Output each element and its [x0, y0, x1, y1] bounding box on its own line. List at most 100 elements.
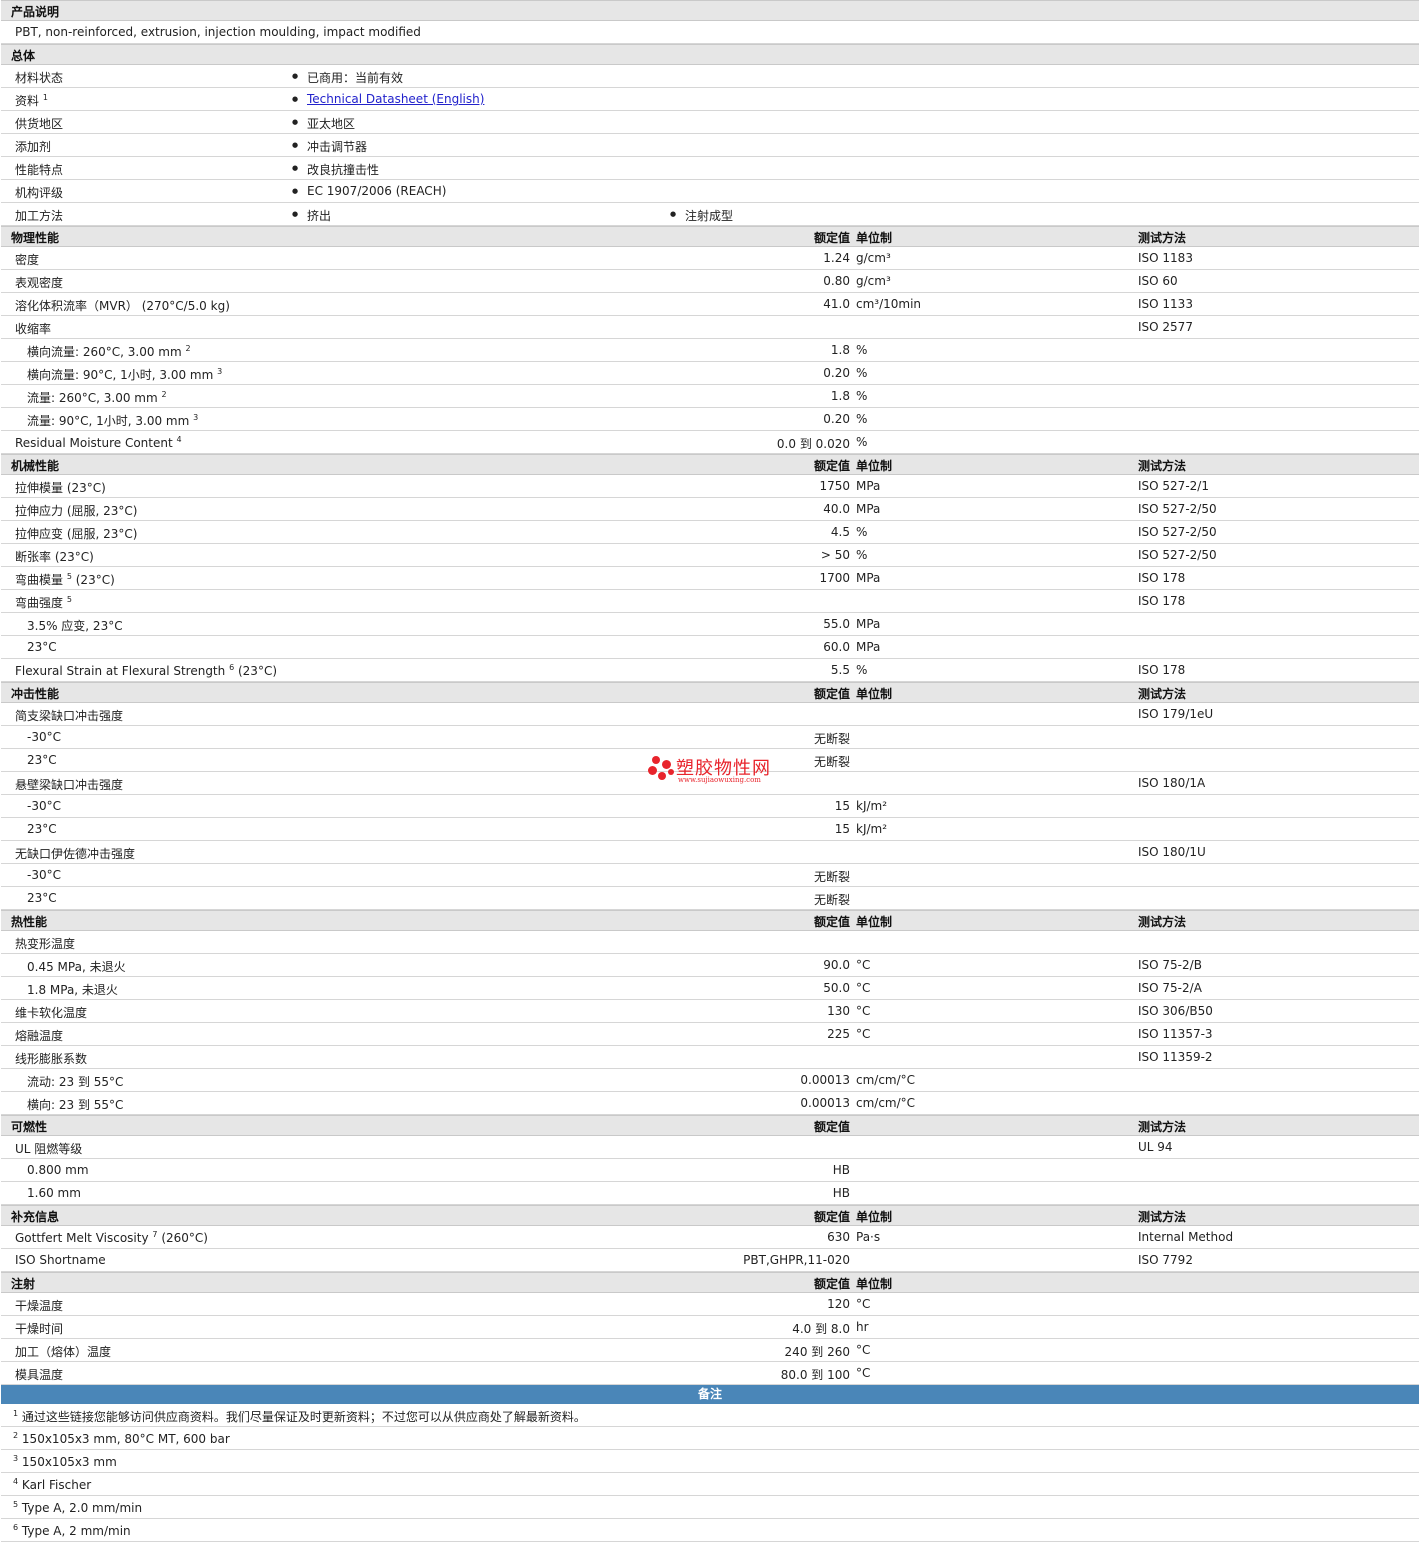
- general-label: 资料 1: [15, 92, 48, 109]
- property-row: 热变形温度: [1, 931, 1419, 954]
- property-value: 0.20: [823, 412, 850, 426]
- property-label: 无缺口伊佐德冲击强度: [15, 845, 135, 862]
- property-row: 流动: 23 到 55°C 0.00013 cm/cm/°C: [1, 1069, 1419, 1092]
- footnote-number: 2: [13, 1431, 19, 1440]
- section-title: 补充信息: [11, 1210, 60, 1224]
- property-row: 0.800 mm HB: [1, 1159, 1419, 1182]
- note-text: 6 Type A, 2 mm/min: [13, 1523, 131, 1538]
- property-label-text: 断张率 (23°C): [15, 550, 94, 564]
- property-value: 120: [827, 1297, 850, 1311]
- property-method: ISO 178: [1138, 663, 1186, 677]
- property-label-text: -30°C: [27, 799, 61, 813]
- property-label-text: 1.60 mm: [27, 1186, 81, 1200]
- property-unit: °C: [856, 1004, 871, 1018]
- property-label-text: 维卡软化温度: [15, 1006, 88, 1020]
- footnote-ref: 2: [161, 390, 167, 399]
- property-unit: g/cm³: [856, 251, 891, 265]
- product-desc-text: PBT, non-reinforced, extrusion, injectio…: [15, 25, 421, 39]
- note-content: 通过这些链接您能够访问供应商资料。我们尽量保证及时更新资料；不过您可以从供应商处…: [21, 1410, 586, 1424]
- section-header: 补充信息 额定值 单位制 测试方法: [1, 1205, 1419, 1226]
- section-title: 注射: [11, 1277, 36, 1291]
- section-title: 冲击性能: [11, 687, 60, 701]
- note-row: 3 150x105x3 mm: [1, 1450, 1419, 1473]
- property-label: 流动: 23 到 55°C: [27, 1073, 123, 1090]
- property-method: ISO 178: [1138, 594, 1186, 608]
- property-label: 加工（熔体）温度: [15, 1343, 111, 1360]
- property-label: 1.60 mm: [27, 1186, 81, 1200]
- footnote-ref: 2: [185, 344, 191, 353]
- col-header-method: 测试方法: [1138, 231, 1187, 245]
- property-method: ISO 11359-2: [1138, 1050, 1213, 1064]
- property-label: 23°C: [27, 891, 57, 905]
- property-row: 1.60 mm HB: [1, 1182, 1419, 1205]
- property-label: Gottfert Melt Viscosity 7 (260°C): [15, 1230, 208, 1245]
- property-row: 简支梁缺口冲击强度 ISO 179/1eU: [1, 703, 1419, 726]
- general-label: 供货地区: [15, 115, 63, 132]
- general-value-item: EC 1907/2006 (REACH): [292, 184, 446, 198]
- property-label-suffix: (23°C): [71, 573, 115, 587]
- property-label: 收缩率: [15, 320, 51, 337]
- property-value: 1.8: [830, 389, 850, 403]
- property-value: 1750: [819, 479, 850, 493]
- general-row: 加工方法 挤出 注射成型: [1, 203, 1419, 226]
- note-row: 5 Type A, 2.0 mm/min: [1, 1496, 1419, 1519]
- general-value-item: 注射成型: [670, 207, 733, 224]
- property-label-text: Gottfert Melt Viscosity: [15, 1231, 149, 1245]
- property-row: -30°C 15 kJ/m²: [1, 795, 1419, 818]
- property-value: 5.5: [830, 663, 850, 677]
- property-row: 横向: 23 到 55°C 0.00013 cm/cm/°C: [1, 1092, 1419, 1115]
- col-header-method: 测试方法: [1138, 459, 1187, 473]
- property-label: Residual Moisture Content 4: [15, 435, 182, 450]
- section-header: 注射 额定值 单位制: [1, 1272, 1419, 1293]
- property-value: 1.24: [823, 251, 850, 265]
- general-label: 机构评级: [15, 184, 63, 201]
- datasheet-link[interactable]: Technical Datasheet (English): [307, 92, 484, 106]
- property-label: 1.8 MPa, 未退火: [27, 981, 118, 998]
- property-row: 模具温度 80.0 到 100 °C: [1, 1362, 1419, 1385]
- footnote-number: 6: [13, 1523, 19, 1532]
- property-method: ISO 75-2/B: [1138, 958, 1202, 972]
- general-label: 性能特点: [15, 161, 63, 178]
- general-value-item: 已商用：当前有效: [292, 69, 403, 86]
- property-label: 溶化体积流率（MVR） (270°C/5.0 kg): [15, 297, 230, 314]
- property-unit: kJ/m²: [856, 822, 888, 836]
- property-label-text: 干燥温度: [15, 1299, 64, 1313]
- col-header-unit: 单位制: [856, 231, 893, 245]
- property-label: 0.800 mm: [27, 1163, 89, 1177]
- property-unit: MPa: [856, 640, 881, 654]
- property-row: -30°C 无断裂: [1, 726, 1419, 749]
- section-title: 产品说明: [11, 5, 60, 19]
- property-method: ISO 179/1eU: [1138, 707, 1214, 721]
- general-label-text: 材料状态: [15, 71, 64, 85]
- property-row: 无缺口伊佐德冲击强度 ISO 180/1U: [1, 841, 1419, 864]
- col-header-value: 额定值: [813, 459, 850, 473]
- note-content: 150x105x3 mm: [21, 1455, 117, 1469]
- property-label: 干燥时间: [15, 1320, 63, 1337]
- property-value: 0.20: [823, 366, 850, 380]
- general-label-text: 机构评级: [15, 186, 64, 200]
- property-row: 3.5% 应变, 23°C 55.0 MPa: [1, 613, 1419, 636]
- property-row: 1.8 MPa, 未退火 50.0 °C ISO 75-2/A: [1, 977, 1419, 1000]
- property-unit: kJ/m²: [856, 799, 888, 813]
- footnote-ref: 3: [217, 367, 223, 376]
- property-label: Flexural Strain at Flexural Strength 6 (…: [15, 663, 277, 678]
- property-unit: %: [856, 548, 868, 562]
- property-value: 15: [834, 822, 850, 836]
- property-method: ISO 75-2/A: [1138, 981, 1202, 995]
- property-unit: Pa·s: [856, 1230, 881, 1244]
- property-row: 横向流量: 90°C, 1小时, 3.00 mm 3 0.20%: [1, 362, 1419, 385]
- col-header-unit: 单位制: [856, 1210, 893, 1224]
- general-value-item: 冲击调节器: [292, 138, 367, 155]
- property-label-text: UL 阻燃等级: [15, 1142, 83, 1156]
- property-row: UL 阻燃等级 UL 94: [1, 1136, 1419, 1159]
- property-label-text: 23°C: [27, 891, 57, 905]
- property-label-text: 23°C: [27, 822, 57, 836]
- property-unit: °C: [856, 981, 871, 995]
- property-unit: °C: [856, 1027, 871, 1041]
- product-desc-row: PBT, non-reinforced, extrusion, injectio…: [1, 21, 1419, 44]
- property-row: 横向流量: 260°C, 3.00 mm 2 1.8%: [1, 339, 1419, 362]
- property-label-text: 线形膨胀系数: [15, 1052, 88, 1066]
- watermark-logo: 塑胶物性网 www.sujiaowuxing.com: [646, 754, 776, 788]
- property-label-text: 0.45 MPa, 未退火: [27, 960, 126, 974]
- property-value: 130: [827, 1004, 850, 1018]
